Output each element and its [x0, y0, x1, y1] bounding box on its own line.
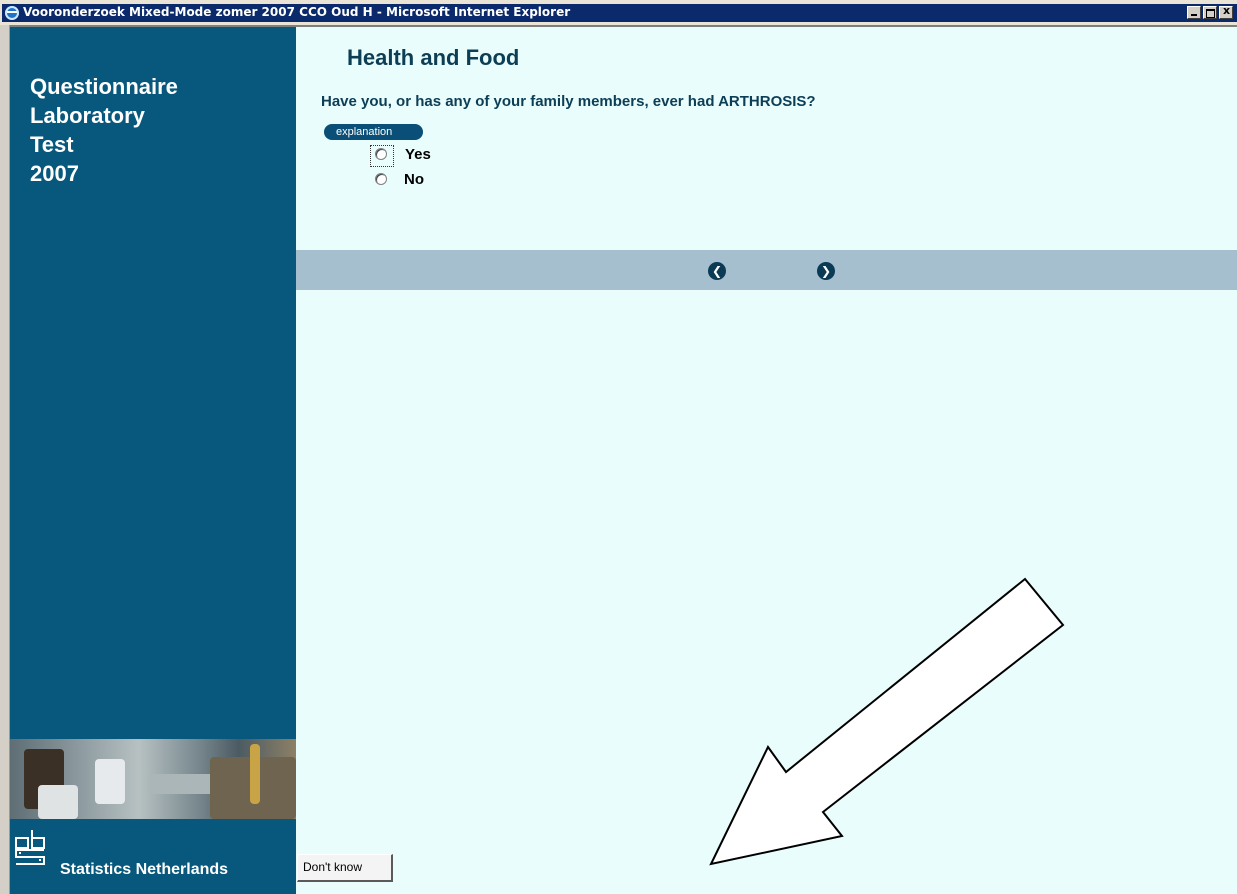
navigation-bar: ❮ ❯: [296, 250, 1237, 290]
sidebar-title-line: Questionnaire: [30, 74, 178, 99]
sidebar-title: Questionnaire Laboratory Test 2007: [30, 72, 178, 188]
answer-option-yes[interactable]: Yes: [370, 145, 450, 167]
sidebar-title-line: 2007: [30, 161, 79, 186]
section-title: Health and Food: [347, 45, 520, 70]
sidebar-photo-collage: [10, 739, 296, 819]
internet-explorer-icon: [5, 6, 19, 20]
chevron-left-icon[interactable]: ❮: [708, 262, 726, 280]
window-titlebar: Vooronderzoek Mixed-Mode zomer 2007 CCO …: [0, 0, 1237, 25]
minimize-icon[interactable]: [1187, 6, 1201, 19]
dont-know-button[interactable]: Don't know: [297, 854, 393, 882]
radio-no[interactable]: [375, 173, 387, 185]
window-titlebar-inner: Vooronderzoek Mixed-Mode zomer 2007 CCO …: [2, 4, 1237, 22]
brand-name: Statistics Netherlands: [60, 861, 229, 878]
annotation-arrow-icon: [709, 577, 1065, 866]
close-icon[interactable]: [1219, 4, 1233, 19]
photo-person-icon: [38, 785, 78, 819]
main-content: Health and Food Have you, or has any of …: [296, 27, 1237, 894]
answer-option-no[interactable]: No: [370, 170, 450, 192]
photo-person-icon: [95, 759, 125, 804]
window-title: Vooronderzoek Mixed-Mode zomer 2007 CCO …: [23, 5, 571, 19]
sidebar: Questionnaire Laboratory Test 2007 Stati…: [10, 27, 296, 894]
maximize-icon[interactable]: [1203, 6, 1217, 19]
question-text: Have you, or has any of your family memb…: [321, 93, 816, 110]
answer-label-no[interactable]: No: [404, 171, 424, 188]
chevron-right-icon[interactable]: ❯: [817, 262, 835, 280]
window-frame-left: [0, 25, 10, 894]
radio-yes[interactable]: [375, 148, 387, 160]
cbs-logo-icon: [15, 830, 45, 865]
sidebar-title-line: Laboratory: [30, 103, 145, 128]
answer-label-yes[interactable]: Yes: [405, 146, 431, 163]
sidebar-title-line: Test: [30, 132, 74, 157]
explanation-button[interactable]: explanation: [324, 124, 423, 140]
photo-crane-icon: [250, 744, 260, 804]
